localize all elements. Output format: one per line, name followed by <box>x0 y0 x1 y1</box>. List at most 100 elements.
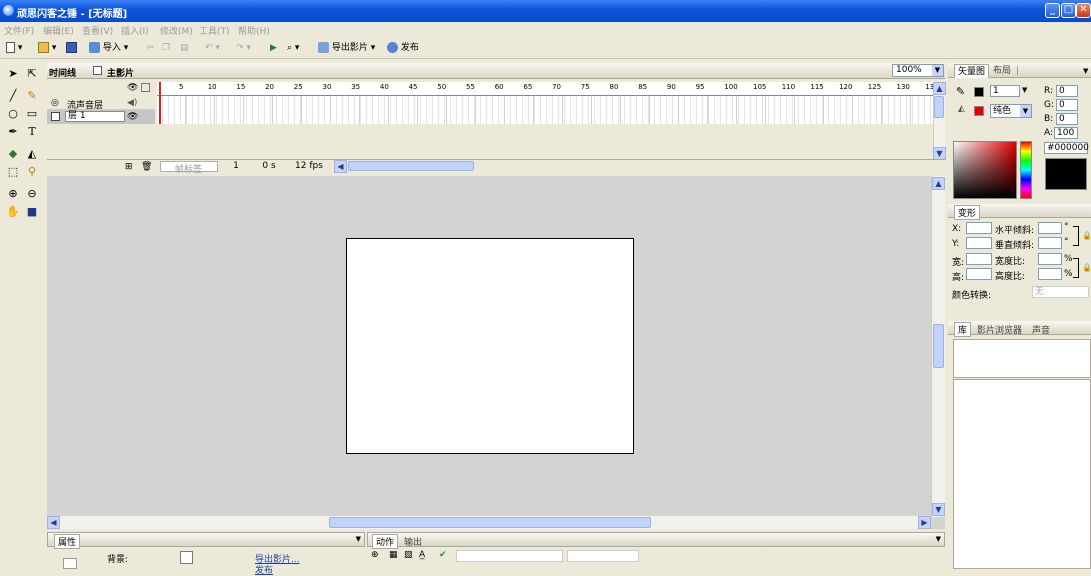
library-list[interactable] <box>953 379 1091 569</box>
lock-ratio-icon[interactable]: 🔒 <box>1082 231 1091 240</box>
stage-vscroll[interactable]: ▲ ▼ <box>931 176 945 517</box>
alpha-field[interactable]: 100 <box>1054 127 1078 139</box>
line-tool-icon[interactable]: ╱ <box>4 87 22 104</box>
menu-modify[interactable]: 修改(M) <box>160 24 193 37</box>
timeline-vscroll[interactable]: ▲ ▼ <box>933 82 946 160</box>
panel-menu-chevron-icon[interactable]: ▼ <box>1083 64 1088 78</box>
height-field[interactable] <box>966 268 992 280</box>
stage-hscroll[interactable]: ◀ ▶ <box>47 516 931 529</box>
scene-label[interactable]: 主影片 <box>107 66 134 79</box>
scroll-left-icon[interactable]: ◀ <box>47 516 60 529</box>
tab-layout[interactable]: 布局 <box>993 64 1011 78</box>
pencil-tool-icon[interactable]: ✎ <box>23 87 41 104</box>
timeline-tab[interactable]: 时间线 <box>49 66 76 79</box>
find-icon[interactable]: ▦ <box>389 550 398 560</box>
hue-slider[interactable] <box>1020 141 1032 199</box>
format-icon[interactable]: A̲ <box>419 550 425 560</box>
r-field[interactable]: 0 <box>1056 85 1078 97</box>
chevron-down-icon[interactable]: ▼ <box>936 535 941 543</box>
playhead[interactable] <box>159 82 161 124</box>
add-action-icon[interactable]: ⊕ <box>371 550 379 560</box>
cut-icon[interactable]: ✂ <box>147 41 155 55</box>
lock-icon[interactable]: ■ <box>23 203 41 220</box>
zoom-in-icon[interactable]: ⊕ <box>4 185 22 202</box>
action-select-1[interactable] <box>456 550 563 562</box>
oval-tool-icon[interactable]: ○ <box>4 105 22 122</box>
menu-tools[interactable]: 工具(T) <box>199 24 230 37</box>
tab-output[interactable]: 输出 <box>404 535 422 548</box>
y-field[interactable] <box>966 237 992 249</box>
replace-icon[interactable]: ▧ <box>404 550 413 560</box>
eyedropper-icon[interactable]: ⚲ <box>23 163 41 180</box>
background-color-swatch[interactable] <box>180 551 193 564</box>
scroll-right-icon[interactable]: ▶ <box>918 516 931 529</box>
frame-ruler[interactable]: 5 10 15 20 25 30 35 40 45 50 55 60 65 70 75 80 85 90 95 100… <box>157 82 935 96</box>
redo-icon[interactable]: ↷ ▾ <box>236 41 251 55</box>
tab-sound[interactable]: 声音 <box>1032 323 1050 336</box>
menu-insert[interactable]: 插入(I) <box>121 24 149 37</box>
layer-row-1[interactable]: 层 1 👁 <box>47 110 155 124</box>
ink-bottle-icon[interactable]: ◆ <box>4 145 22 162</box>
b-field[interactable]: 0 <box>1056 113 1078 125</box>
vskew-field[interactable] <box>1038 237 1062 249</box>
fill-color-swatch[interactable] <box>974 106 984 116</box>
menu-help[interactable]: 帮助(H) <box>238 24 270 37</box>
timeline-hscroll-thumb[interactable] <box>348 161 474 171</box>
tab-library[interactable]: 库 <box>954 322 972 337</box>
stroke-width-field[interactable]: 1 <box>990 85 1020 97</box>
hand-tool-icon[interactable]: ✋ <box>4 203 22 220</box>
rectangle-tool-icon[interactable]: ▭ <box>23 105 41 122</box>
tab-properties[interactable]: 属性 <box>54 534 81 549</box>
import-button[interactable]: 导入 ▾ <box>89 41 128 55</box>
pen-tool-icon[interactable]: ✒ <box>4 123 22 140</box>
zoom-out-icon[interactable]: ⊖ <box>23 185 41 202</box>
fill-type-select[interactable]: 纯色 ▼ <box>990 104 1032 118</box>
scroll-down-icon[interactable]: ▼ <box>932 503 945 516</box>
save-icon[interactable] <box>66 41 77 55</box>
play-icon[interactable]: ▶ <box>270 41 277 55</box>
color-transform-select[interactable]: 无 <box>1032 286 1089 298</box>
check-syntax-icon[interactable]: ✔ <box>439 550 447 560</box>
minimize-button[interactable]: _ <box>1045 3 1060 18</box>
scroll-thumb[interactable] <box>329 517 651 528</box>
lock-scale-icon[interactable]: 🔒 <box>1082 263 1091 272</box>
action-select-2[interactable] <box>567 550 639 562</box>
tab-actions[interactable]: 动作 <box>372 534 399 549</box>
text-tool-icon[interactable]: T <box>23 123 41 140</box>
eye-column-icon[interactable]: 👁 <box>127 83 138 93</box>
add-layer-icon[interactable]: ⊞ <box>125 162 133 172</box>
scroll-left-icon[interactable]: ◀ <box>334 160 347 173</box>
scroll-up-icon[interactable]: ▲ <box>932 177 945 190</box>
frame-label-field[interactable]: 帧标签 <box>160 161 218 175</box>
x-field[interactable] <box>966 222 992 234</box>
subselect-tool-icon[interactable]: ⇱ <box>23 65 41 82</box>
width-field[interactable] <box>966 253 992 265</box>
layer-name[interactable]: 层 1 <box>65 111 125 122</box>
chevron-down-icon[interactable]: ▼ <box>1022 86 1027 94</box>
tab-transform[interactable]: 变形 <box>954 205 981 220</box>
stage-canvas[interactable] <box>346 238 634 454</box>
menu-view[interactable]: 查看(V) <box>82 24 113 37</box>
paint-bucket-icon[interactable]: ◭ <box>23 145 41 162</box>
arrow-tool-icon[interactable]: ➤ <box>4 65 22 82</box>
scroll-thumb[interactable] <box>934 96 944 118</box>
publish-button[interactable]: 发布 <box>387 41 419 55</box>
preview-icon[interactable]: ⌕ ▾ <box>287 41 299 55</box>
height-ratio-field[interactable] <box>1038 268 1062 280</box>
outline-column-icon[interactable] <box>141 83 150 92</box>
scroll-up-icon[interactable]: ▲ <box>933 82 946 95</box>
g-field[interactable]: 0 <box>1056 99 1078 111</box>
tab-movie-explorer[interactable]: 影片浏览器 <box>977 323 1022 336</box>
paste-icon[interactable]: ▤ <box>180 41 189 55</box>
export-movie-button[interactable]: 导出影片 ▾ <box>318 41 375 55</box>
transform-tool-icon[interactable]: ⬚ <box>4 163 22 180</box>
menu-edit[interactable]: 编辑(E) <box>43 24 74 37</box>
color-picker-area[interactable] <box>953 141 1017 199</box>
menu-file[interactable]: 文件(F) <box>4 24 34 37</box>
stroke-color-swatch[interactable] <box>974 87 984 97</box>
frame-rate[interactable]: 12 fps <box>289 161 329 171</box>
undo-icon[interactable]: ↶ ▾ <box>205 41 220 55</box>
hskew-field[interactable] <box>1038 222 1062 234</box>
tab-vector[interactable]: 矢量图 <box>954 64 990 78</box>
publish-link[interactable]: 发布 <box>255 563 273 576</box>
